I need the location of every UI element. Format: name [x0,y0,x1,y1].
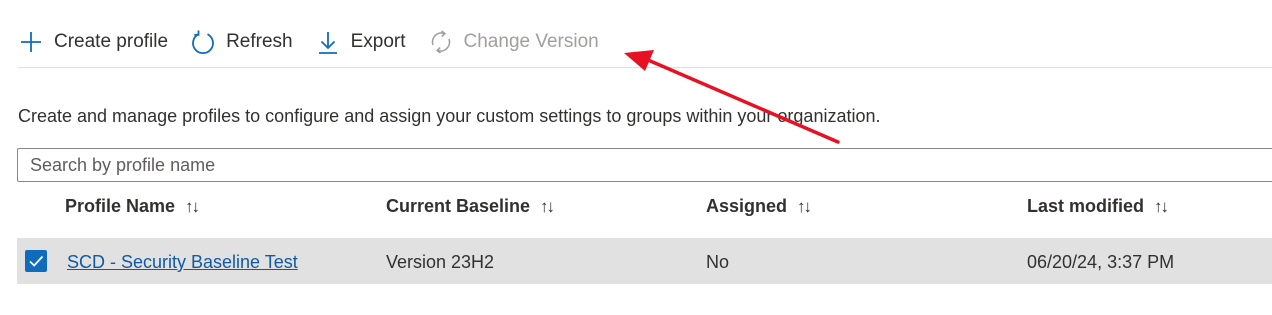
search-input[interactable] [18,149,1272,181]
sort-icon: ↑↓ [797,196,812,216]
sort-icon: ↑↓ [540,196,555,216]
create-profile-button[interactable]: Create profile [18,29,168,55]
column-header-current-baseline[interactable]: Current Baseline ↑↓ [386,196,555,217]
export-label: Export [350,31,406,52]
row-checkbox[interactable] [25,250,47,272]
column-header-label: Current Baseline [386,196,531,216]
command-bar: Create profile Refresh Export Change Ver… [18,22,621,62]
change-version-button[interactable]: Change Version [428,29,599,55]
export-button[interactable]: Export [315,29,406,55]
current-baseline-cell: Version 23H2 [386,252,495,272]
download-icon [315,29,341,55]
add-icon [18,29,44,55]
sort-icon: ↑↓ [185,196,200,216]
column-header-profile-name[interactable]: Profile Name ↑↓ [65,196,200,217]
refresh-label: Refresh [226,31,293,52]
page-description: Create and manage profiles to configure … [18,106,881,126]
refresh-button[interactable]: Refresh [190,29,293,55]
sort-icon: ↑↓ [1154,196,1169,216]
column-header-assigned[interactable]: Assigned ↑↓ [706,196,812,217]
assigned-cell: No [706,252,730,272]
change-version-icon [428,29,454,55]
table-row[interactable]: SCD - Security Baseline Test Version 23H… [17,238,1272,284]
profile-name-link[interactable]: SCD - Security Baseline Test [67,252,298,273]
refresh-icon [190,29,216,55]
last-modified-cell: 06/20/24, 3:37 PM [1027,252,1175,272]
create-profile-label: Create profile [54,31,169,52]
table-header: Profile Name ↑↓ Current Baseline ↑↓ Assi… [0,196,1272,226]
column-header-last-modified[interactable]: Last modified ↑↓ [1027,196,1169,217]
search-box [17,148,1272,182]
column-header-label: Last modified [1027,196,1145,216]
checkmark-icon [29,255,44,267]
column-header-label: Assigned [706,196,788,216]
change-version-label: Change Version [463,31,599,52]
column-header-label: Profile Name [65,196,176,216]
toolbar-divider [18,67,1272,68]
